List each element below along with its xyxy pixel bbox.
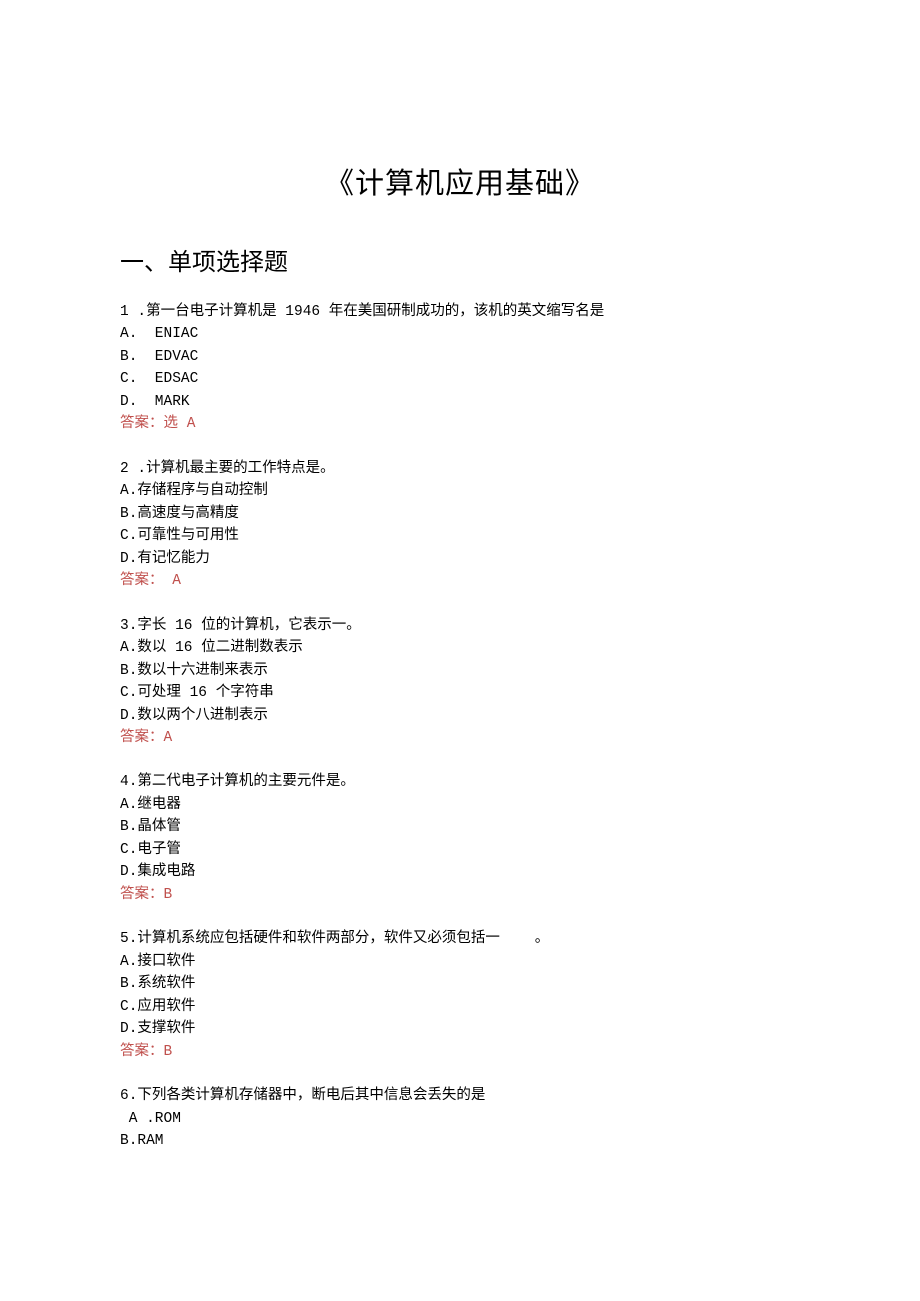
question-option: D.数以两个八进制表示 [120,705,800,727]
question-option: B.RAM [120,1130,800,1152]
question-answer: 答案：B [120,1041,800,1063]
question-option: C.可靠性与可用性 [120,525,800,547]
question-option: A.继电器 [120,794,800,816]
question-option: C.电子管 [120,839,800,861]
question-block: 4.第二代电子计算机的主要元件是。A.继电器B.晶体管C.电子管D.集成电路答案… [120,771,800,906]
question-option: A. ENIAC [120,323,800,345]
question-answer: 答案：选 A [120,413,800,435]
question-stem: 5.计算机系统应包括硬件和软件两部分，软件又必须包括一 。 [120,928,800,950]
document-page: 《计算机应用基础》 一、单项选择题 1 .第一台电子计算机是 1946 年在美国… [0,0,920,1301]
section-heading: 一、单项选择题 [120,242,800,277]
question-option: D. MARK [120,391,800,413]
questions-container: 1 .第一台电子计算机是 1946 年在美国研制成功的，该机的英文缩写名是A. … [120,301,800,1152]
question-answer: 答案：A [120,727,800,749]
document-title: 《计算机应用基础》 [120,160,800,202]
question-option: B. EDVAC [120,346,800,368]
question-block: 3.字长 16 位的计算机，它表示一。A.数以 16 位二进制数表示B.数以十六… [120,615,800,750]
question-option: C.可处理 16 个字符串 [120,682,800,704]
question-option: D.集成电路 [120,861,800,883]
question-block: 2 .计算机最主要的工作特点是。A.存储程序与自动控制B.高速度与高精度C.可靠… [120,458,800,593]
question-option: A .ROM [120,1108,800,1130]
question-option: B.晶体管 [120,816,800,838]
question-block: 6.下列各类计算机存储器中，断电后其中信息会丢失的是 A .ROMB.RAM [120,1085,800,1152]
question-option: C. EDSAC [120,368,800,390]
question-option: B.数以十六进制来表示 [120,660,800,682]
question-answer: 答案：B [120,884,800,906]
question-option: C.应用软件 [120,996,800,1018]
question-option: B.系统软件 [120,973,800,995]
question-stem: 1 .第一台电子计算机是 1946 年在美国研制成功的，该机的英文缩写名是 [120,301,800,323]
question-stem: 6.下列各类计算机存储器中，断电后其中信息会丢失的是 [120,1085,800,1107]
question-block: 5.计算机系统应包括硬件和软件两部分，软件又必须包括一 。A.接口软件B.系统软… [120,928,800,1063]
question-stem: 4.第二代电子计算机的主要元件是。 [120,771,800,793]
question-option: D.有记忆能力 [120,548,800,570]
question-option: A.数以 16 位二进制数表示 [120,637,800,659]
question-option: D.支撑软件 [120,1018,800,1040]
question-answer: 答案： A [120,570,800,592]
question-option: A.存储程序与自动控制 [120,480,800,502]
question-block: 1 .第一台电子计算机是 1946 年在美国研制成功的，该机的英文缩写名是A. … [120,301,800,436]
question-option: B.高速度与高精度 [120,503,800,525]
question-option: A.接口软件 [120,951,800,973]
question-stem: 3.字长 16 位的计算机，它表示一。 [120,615,800,637]
question-stem: 2 .计算机最主要的工作特点是。 [120,458,800,480]
